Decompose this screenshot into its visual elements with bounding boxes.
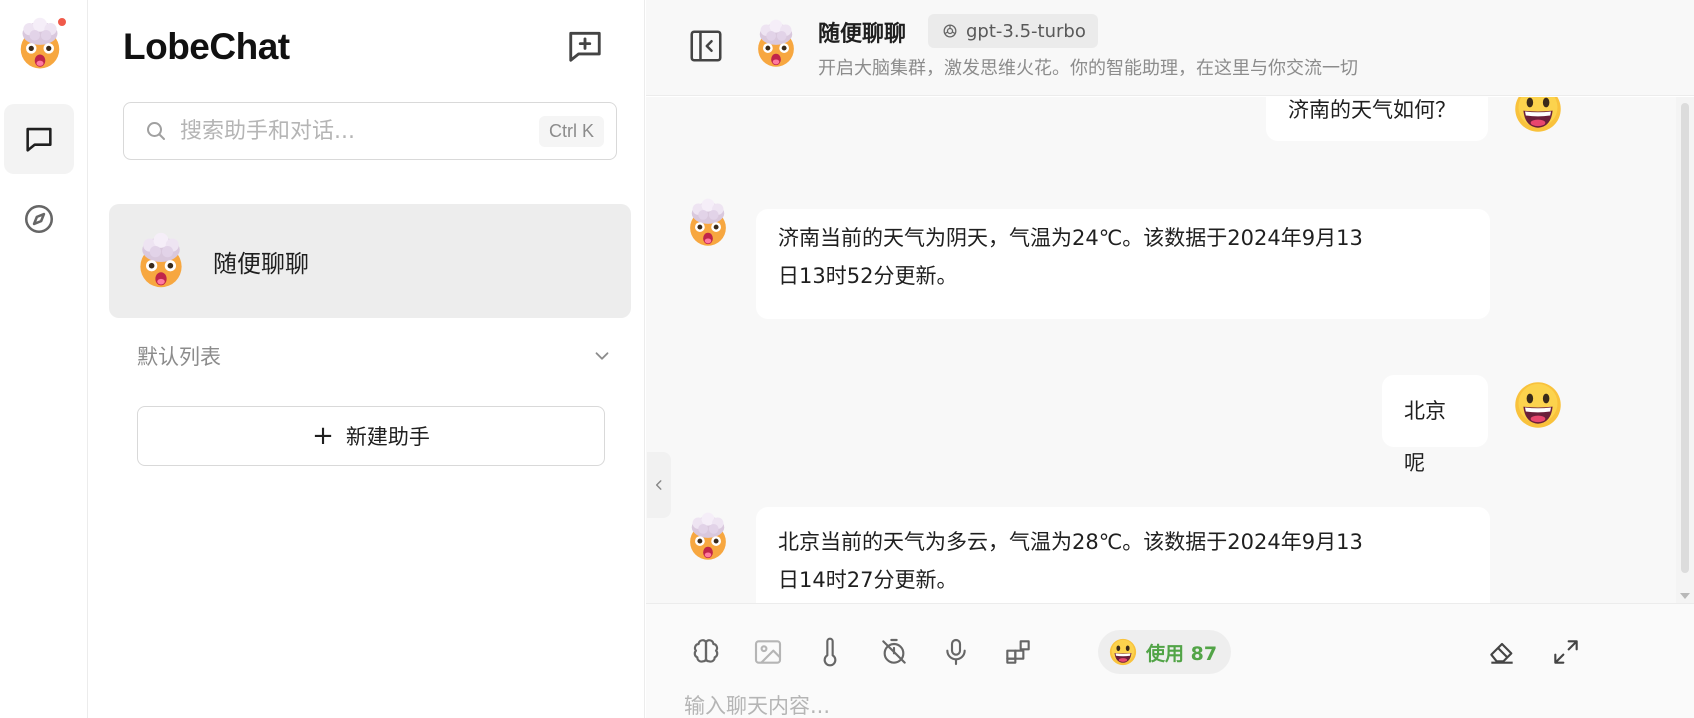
icon-rail [0, 0, 88, 718]
model-settings-button[interactable] [684, 630, 728, 674]
message-text: 北京呢 [1404, 399, 1446, 475]
search-shortcut: Ctrl K [539, 115, 604, 147]
plugin-blocks-icon [1006, 640, 1030, 664]
new-message-icon [569, 31, 601, 62]
plugins-button[interactable] [996, 630, 1040, 674]
scroll-down-arrow[interactable] [1680, 593, 1690, 599]
temperature-button[interactable] [808, 630, 852, 674]
compass-icon [24, 204, 54, 234]
sidebar-collapse-icon [690, 30, 722, 62]
agent-title: 随便聊聊 [818, 22, 907, 47]
history-count-button[interactable] [872, 630, 916, 674]
discover-nav-button[interactable] [4, 184, 74, 254]
chevron-left-icon [655, 480, 662, 490]
token-usage-text: 使用 87 [1146, 642, 1218, 665]
message-line: 日14时27分更新。 [778, 568, 958, 592]
message-text: 济南的天气如何？ [1288, 98, 1456, 122]
new-agent-label: 新建助手 [345, 425, 430, 449]
message-line: 北京当前的天气为多云，气温为28℃。该数据于2024年9月13 [778, 530, 1363, 554]
chat-nav-button[interactable] [4, 104, 74, 174]
thermometer-icon [823, 637, 837, 667]
session-avatar [131, 231, 191, 291]
session-item[interactable]: 随便聊聊 [109, 204, 631, 318]
upload-image-button[interactable] [746, 630, 790, 674]
agent-avatar [750, 18, 802, 70]
message-line: 日13时52分更新。 [778, 264, 958, 288]
new-agent-button[interactable]: + 新建助手 [137, 406, 605, 466]
chat-header: 随便聊聊 gpt-3.5-turbo 开启大脑集群，激发思维火花。你的智能助理，… [646, 0, 1694, 96]
search-icon [147, 122, 165, 140]
chat-input[interactable] [684, 694, 1644, 718]
brain-icon [693, 639, 719, 663]
usage-avatar [1108, 637, 1138, 667]
session-panel: LobeChat Ctrl K 随便聊聊 默认列表 + 新建助手 [89, 0, 645, 718]
user-message: 北京呢 [1382, 375, 1488, 475]
user-avatar [1512, 97, 1564, 135]
panel-toggle-handle[interactable] [647, 452, 671, 518]
app-logo: LobeChat [123, 26, 290, 67]
plus-icon: + [312, 421, 334, 451]
group-label: 默认列表 [137, 345, 221, 369]
expand-icon [1554, 640, 1578, 664]
model-tag[interactable]: gpt-3.5-turbo [928, 14, 1098, 48]
microphone-icon [946, 638, 966, 666]
assistant-avatar [682, 197, 734, 249]
message-line: 济南当前的天气为阴天，气温为24℃。该数据于2024年9月13 [778, 226, 1363, 250]
user-avatar [1512, 379, 1564, 431]
chevron-down-icon [595, 352, 609, 360]
search-input[interactable] [180, 118, 539, 144]
session-title: 随便聊聊 [213, 249, 309, 278]
assistant-message: 北京当前的天气为多云，气温为28℃。该数据于2024年9月13 日14时27分更… [756, 507, 1490, 603]
image-icon [754, 640, 782, 664]
chat-bubble-icon [26, 127, 52, 152]
scrollbar-thumb[interactable] [1681, 103, 1689, 573]
message-list: 济南的天气如何？ 济南当前的天气为阴天，气温为24℃。该数据于2024年9月13… [646, 97, 1694, 603]
openai-icon [943, 24, 957, 38]
clear-chat-button[interactable] [1480, 630, 1524, 674]
expand-input-button[interactable] [1544, 630, 1588, 674]
assistant-message: 济南当前的天气为阴天，气温为24℃。该数据于2024年9月13 日13时52分更… [756, 209, 1490, 319]
assistant-avatar [682, 511, 734, 563]
model-name: gpt-3.5-turbo [966, 20, 1086, 42]
agent-description: 开启大脑集群，激发思维火花。你的智能助理，在这里与你交流一切 [818, 58, 1358, 79]
voice-input-button[interactable] [934, 630, 978, 674]
message-scrollbar[interactable] [1676, 97, 1694, 603]
search-box[interactable]: Ctrl K [123, 102, 617, 160]
notification-dot [56, 16, 68, 28]
user-message: 济南的天气如何？ [1266, 97, 1488, 141]
chat-main: 随便聊聊 gpt-3.5-turbo 开启大脑集群，激发思维火花。你的智能助理，… [646, 0, 1694, 718]
new-chat-button[interactable] [563, 24, 607, 68]
timer-off-icon [882, 638, 906, 664]
eraser-icon [1490, 642, 1513, 664]
chat-input-area: 使用 87 [646, 603, 1694, 718]
default-list-group[interactable]: 默认列表 [137, 340, 613, 372]
collapse-sidebar-button[interactable] [684, 24, 728, 68]
token-usage-badge[interactable]: 使用 87 [1098, 630, 1232, 674]
